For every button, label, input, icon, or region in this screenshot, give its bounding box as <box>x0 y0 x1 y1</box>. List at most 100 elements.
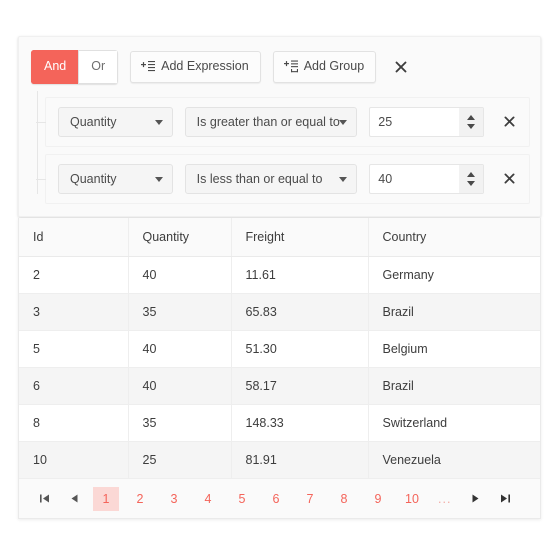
pager-page-1[interactable]: 1 <box>93 486 119 511</box>
cell-quantity: 40 <box>128 256 232 294</box>
rule-value-numeric <box>369 163 485 194</box>
table-head: Id Quantity Freight Country <box>19 218 540 257</box>
pager-prev-button[interactable] <box>63 487 85 511</box>
stepper-up-icon[interactable] <box>467 114 476 120</box>
column-header-quantity[interactable]: Quantity <box>128 218 232 257</box>
rule-value-stepper[interactable] <box>459 107 484 136</box>
column-header-id[interactable]: Id <box>19 218 129 257</box>
cell-id: 6 <box>19 367 129 405</box>
rule-field-select[interactable]: Quantity <box>58 106 173 137</box>
cell-quantity: 25 <box>128 441 232 479</box>
rule-value-stepper[interactable] <box>459 164 484 193</box>
rule-connector-stub <box>36 178 46 180</box>
column-header-freight[interactable]: Freight <box>231 218 369 257</box>
cell-quantity: 40 <box>128 330 232 368</box>
cell-freight: 58.17 <box>231 367 369 405</box>
pager-page-7[interactable]: 7 <box>297 487 323 511</box>
add-expression-label: Add Expression <box>161 59 249 73</box>
last-page-icon <box>500 494 510 503</box>
pager-last-button[interactable] <box>494 487 516 511</box>
cell-id: 3 <box>19 293 129 331</box>
cell-freight: 65.83 <box>231 293 369 331</box>
pager-page-5[interactable]: 5 <box>229 487 255 511</box>
table-row[interactable]: 5 40 51.30 Belgium <box>19 330 540 368</box>
pager-first-button[interactable] <box>33 487 55 511</box>
pager-next-button[interactable] <box>464 487 486 511</box>
rule-field-value: Quantity <box>70 171 117 186</box>
rule-value-input[interactable] <box>370 107 460 136</box>
table-row[interactable]: 6 40 58.17 Brazil <box>19 367 540 405</box>
remove-rule-button[interactable] <box>500 112 519 132</box>
table-row[interactable]: 3 35 65.83 Brazil <box>19 293 540 331</box>
rule-operator-value: Is greater than or equal to <box>196 114 340 129</box>
table-row[interactable]: 2 40 11.61 Germany <box>19 256 540 294</box>
pager-page-9[interactable]: 9 <box>365 487 391 511</box>
close-icon <box>504 116 515 127</box>
rule-operator-select[interactable]: Is less than or equal to <box>184 163 358 194</box>
pager-ellipsis[interactable]: ... <box>433 487 456 511</box>
pager-page-4[interactable]: 4 <box>195 487 221 511</box>
remove-rule-button[interactable] <box>500 169 519 189</box>
table-row[interactable]: 8 35 148.33 Switzerland <box>19 404 540 442</box>
cell-quantity: 40 <box>128 367 232 405</box>
pager-page-3[interactable]: 3 <box>161 487 187 511</box>
pager-page-6[interactable]: 6 <box>263 487 289 511</box>
stepper-up-icon[interactable] <box>467 171 476 177</box>
app-root: And Or Add Expression Add Group Quantity… <box>0 0 558 543</box>
rule-field-select[interactable]: Quantity <box>58 163 173 194</box>
chevron-down-icon <box>339 176 348 182</box>
rule-operator-value: Is less than or equal to <box>196 171 323 186</box>
logic-or-button[interactable]: Or <box>78 50 119 84</box>
data-grid: Id Quantity Freight Country 2 40 11.61 G… <box>18 218 541 519</box>
prev-page-icon <box>71 494 77 503</box>
stepper-down-icon[interactable] <box>467 180 476 186</box>
first-page-icon <box>39 494 49 503</box>
add-group-label: Add Group <box>303 59 365 73</box>
cell-country: Switzerland <box>368 404 540 442</box>
cell-country: Germany <box>368 256 540 294</box>
table-body: 2 40 11.61 Germany 3 35 65.83 Brazil 5 4… <box>19 256 540 479</box>
add-group-icon <box>283 60 298 73</box>
cell-country: Brazil <box>368 293 540 331</box>
stepper-down-icon[interactable] <box>467 123 476 129</box>
query-builder-rules: Quantity Is greater than or equal to 25 … <box>19 90 540 216</box>
cell-id: 10 <box>19 441 129 479</box>
add-expression-icon <box>141 60 156 73</box>
cell-id: 8 <box>19 404 129 442</box>
cell-country: Venezuela <box>368 441 540 479</box>
cell-freight: 148.33 <box>231 404 369 442</box>
cell-id: 2 <box>19 256 129 294</box>
pager-page-2[interactable]: 2 <box>127 487 153 511</box>
cell-quantity: 35 <box>128 293 232 331</box>
pager: 1 2 3 4 5 6 7 8 9 10 ... <box>19 479 540 518</box>
cell-quantity: 35 <box>128 404 232 442</box>
rule-row: Quantity Is greater than or equal to <box>36 96 530 147</box>
rule-field-value: Quantity <box>70 114 117 129</box>
rule-value-input[interactable] <box>370 164 460 193</box>
add-group-button[interactable]: Add Group <box>272 50 377 83</box>
close-icon <box>395 61 407 73</box>
rule-connector-stub <box>36 121 46 123</box>
chevron-down-icon <box>339 119 348 125</box>
remove-group-button[interactable] <box>390 56 412 78</box>
cell-country: Brazil <box>368 367 540 405</box>
column-header-country[interactable]: Country <box>368 218 540 257</box>
pager-page-10[interactable]: 10 <box>399 487 425 511</box>
logic-and-button[interactable]: And <box>31 50 79 84</box>
chevron-down-icon <box>154 176 163 182</box>
cell-freight: 51.30 <box>231 330 369 368</box>
table-header-row: Id Quantity Freight Country <box>19 218 540 257</box>
rule-operator-select[interactable]: Is greater than or equal to <box>184 106 358 137</box>
rule-value-numeric <box>369 106 485 137</box>
rule-row: Quantity Is less than or equal to <box>36 153 530 204</box>
close-icon <box>504 173 515 184</box>
cell-country: Belgium <box>368 330 540 368</box>
pager-page-8[interactable]: 8 <box>331 487 357 511</box>
add-expression-button[interactable]: Add Expression <box>130 50 261 83</box>
cell-freight: 81.91 <box>231 441 369 479</box>
cell-id: 5 <box>19 330 129 368</box>
query-builder-header: And Or Add Expression Add Group <box>19 37 540 97</box>
query-builder-card: And Or Add Expression Add Group Quantity… <box>18 36 541 217</box>
chevron-down-icon <box>154 119 163 125</box>
table-row[interactable]: 10 25 81.91 Venezuela <box>19 441 540 479</box>
